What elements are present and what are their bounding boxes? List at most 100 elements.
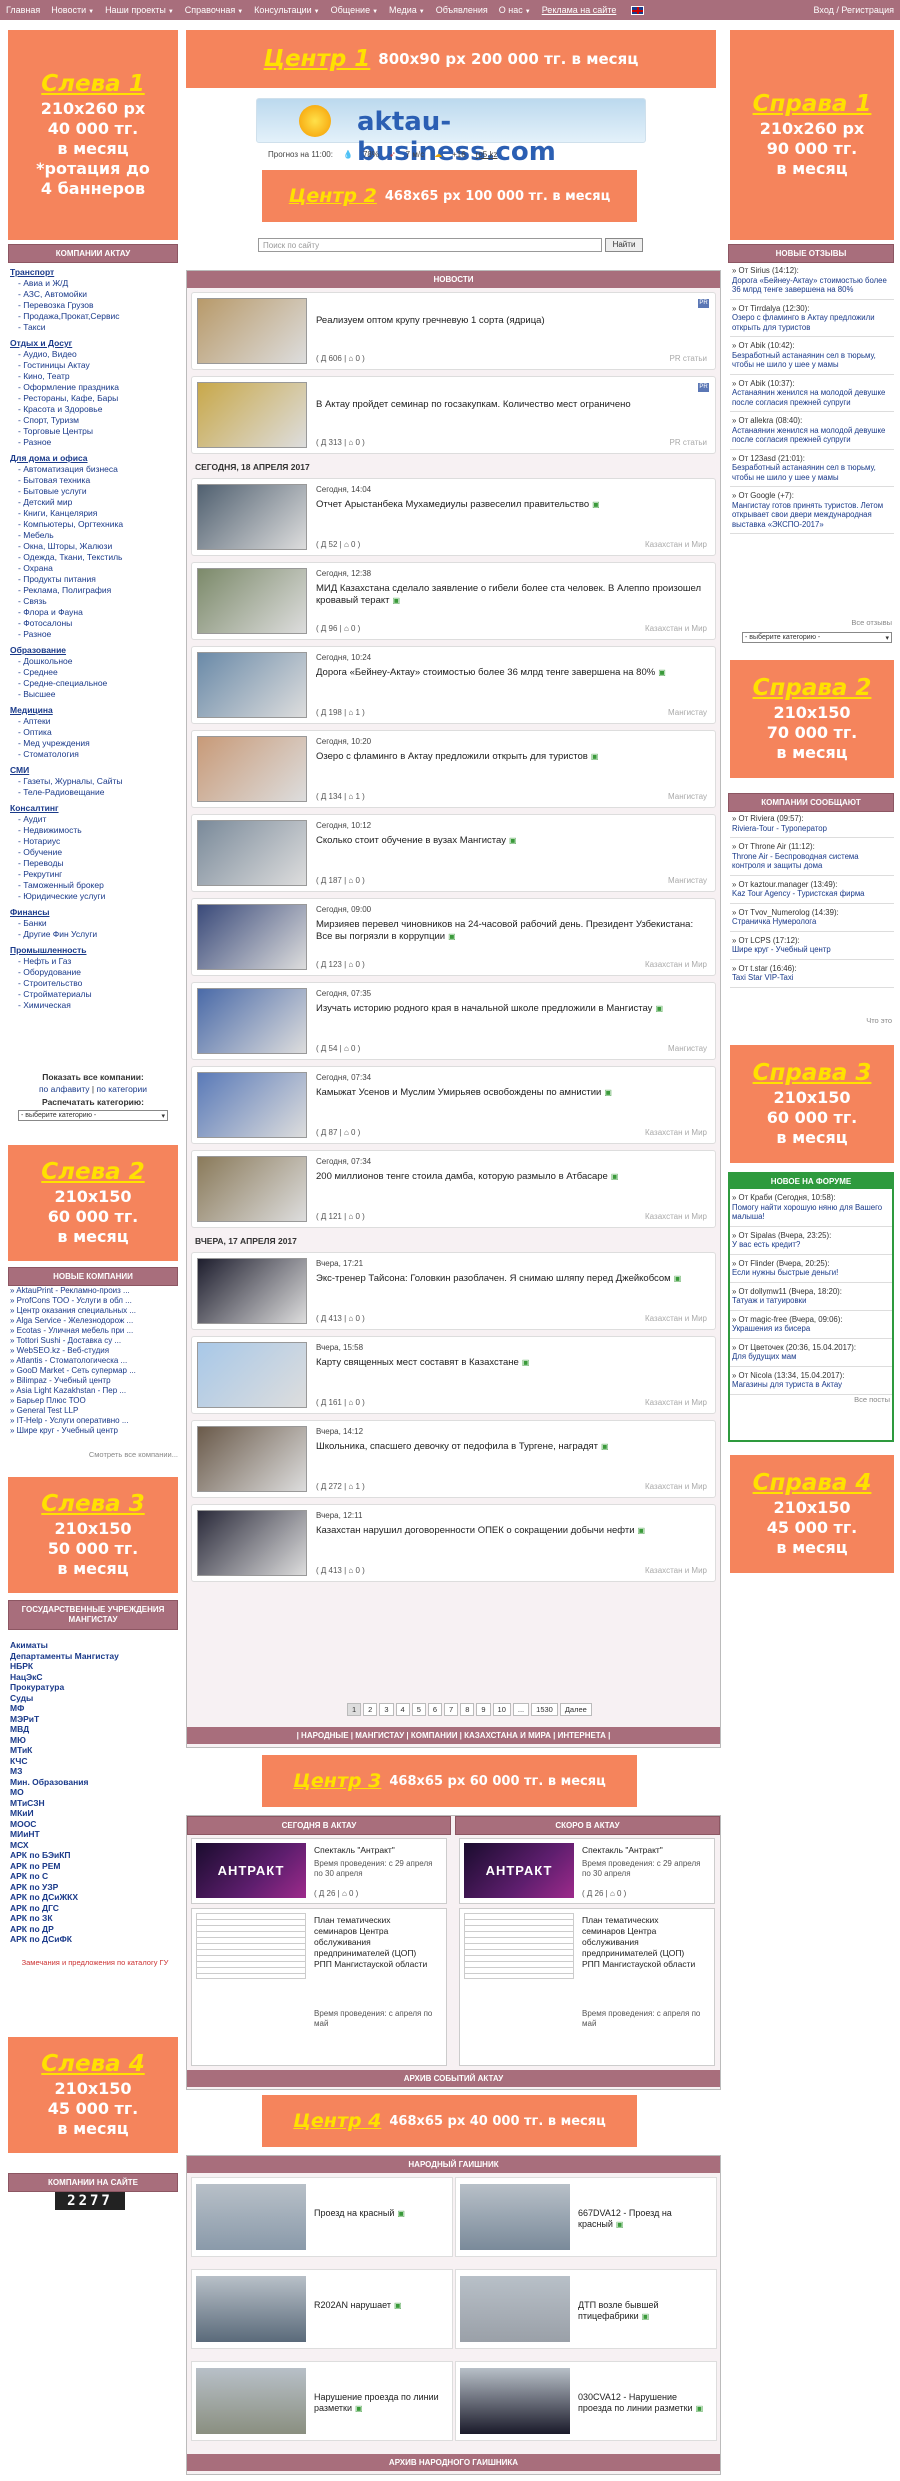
news-item[interactable]: Сегодня, 07:34 Камыжат Усенов и Муслим Ум… <box>191 1066 716 1144</box>
review-item[interactable]: » От t.star (16:46): Taxi Star VIP-Taxi <box>730 960 894 988</box>
all-posts-link[interactable]: Все посты <box>730 1395 892 1404</box>
news-category[interactable]: Казахстан и Мир <box>645 1398 707 1407</box>
subcategory-link[interactable]: - Нотариус <box>10 836 178 847</box>
subcategory-link[interactable]: - Детский мир <box>10 497 178 508</box>
subcategory-link[interactable]: - Теле-Радиовещание <box>10 787 178 798</box>
category-link[interactable]: Для дома и офиса <box>10 453 178 464</box>
new-company-item[interactable]: » Alga Service - Железнодорож ... <box>10 1316 178 1326</box>
see-all-companies-link[interactable]: Смотреть все компании... <box>8 1450 178 1459</box>
review-text[interactable]: У вас есть кредит? <box>732 1240 890 1250</box>
new-company-item[interactable]: » General Test LLP <box>10 1406 178 1416</box>
menu-reference[interactable]: Справочная ▼ <box>185 5 243 15</box>
gov-link[interactable]: МСХ <box>10 1840 178 1851</box>
gov-link[interactable]: МИиНТ <box>10 1829 178 1840</box>
subcategory-link[interactable]: - Разное <box>10 629 178 640</box>
review-text[interactable]: Мангистау готов принять туристов. Летом … <box>732 501 892 530</box>
new-company-item[interactable]: » Шире круг - Учебный центр <box>10 1426 178 1436</box>
news-item[interactable]: Сегодня, 10:24 Дорога «Бейнеу-Актау» стои… <box>191 646 716 724</box>
news-item[interactable]: Вчера, 14:12 Школьника, спасшего девочку … <box>191 1420 716 1498</box>
news-category[interactable]: Мангистау <box>668 876 707 885</box>
by-category-link[interactable]: по категории <box>97 1084 148 1094</box>
review-item[interactable]: » От Цветочек (20:36, 15.04.2017): Для бу… <box>730 1339 892 1367</box>
gov-link[interactable]: НБРК <box>10 1661 178 1672</box>
traffic-item[interactable]: ДТП возле бывшей птицефабрики ▣ <box>455 2269 717 2349</box>
subcategory-link[interactable]: - Продажа,Прокат,Сервис <box>10 311 178 322</box>
new-company-item[interactable]: » Ecotas - Уличная мебель при ... <box>10 1326 178 1336</box>
ad-center-1[interactable]: Центр 1 800x90 px 200 000 тг. в месяц <box>186 30 716 88</box>
subcategory-link[interactable]: - Перевозка Грузов <box>10 300 178 311</box>
gov-link[interactable]: Мин. Образования <box>10 1777 178 1788</box>
subcategory-link[interactable]: - Стоматология <box>10 749 178 760</box>
ad-center-3[interactable]: Центр 3 468x65 px 60 000 тг. в месяц <box>262 1755 637 1807</box>
news-category[interactable]: Казахстан и Мир <box>645 960 707 969</box>
gov-link[interactable]: АРК по ЗК <box>10 1913 178 1924</box>
menu-media[interactable]: Медиа ▼ <box>389 5 425 15</box>
gov-link[interactable]: МООС <box>10 1819 178 1830</box>
review-item[interactable]: » От Tvov_Numerolog (14:39): Страничка Ну… <box>730 904 894 932</box>
review-text[interactable]: Если нужны быстрые деньги! <box>732 1268 890 1278</box>
review-item[interactable]: » От allekra (08:40): Астанаянин женился … <box>730 412 894 450</box>
news-item[interactable]: Сегодня, 12:38 МИД Казахстана сделало зая… <box>191 562 716 640</box>
news-title[interactable]: Казахстан нарушил договоренности ОПЕК о … <box>316 1525 706 1537</box>
gov-link[interactable]: Акиматы <box>10 1640 178 1651</box>
review-item[interactable]: » От Throne Air (11:12): Throne Air - Бес… <box>730 838 894 876</box>
category-link[interactable]: Финансы <box>10 907 178 918</box>
review-text[interactable]: Озеро с фламинго в Актау предложили откр… <box>732 313 892 332</box>
news-category[interactable]: PR статьи <box>670 354 707 363</box>
review-item[interactable]: » От Abik (10:42): Безработный астанаянин… <box>730 337 894 375</box>
review-text[interactable]: Taxi Star VIP-Taxi <box>732 973 892 983</box>
news-category[interactable]: Мангистау <box>668 792 707 801</box>
news-category[interactable]: Казахстан и Мир <box>645 1482 707 1491</box>
review-text[interactable]: Шире круг - Учебный центр <box>732 945 892 955</box>
next-page-button[interactable]: Далее <box>559 1703 592 1716</box>
page-link[interactable]: 2 <box>363 1703 378 1716</box>
subcategory-link[interactable]: - Недвижимость <box>10 825 178 836</box>
category-select[interactable]: - выберите категорию - ▾ <box>18 1110 168 1121</box>
news-category[interactable]: Казахстан и Мир <box>645 624 707 633</box>
news-item[interactable]: Сегодня, 10:12 Сколько стоит обучение в в… <box>191 814 716 892</box>
subcategory-link[interactable]: - Другие Фин Услуги <box>10 929 178 940</box>
review-text[interactable]: Kaz Tour Agency - Туристская фирма <box>732 889 892 899</box>
login-link[interactable]: Вход / Регистрация <box>814 5 894 15</box>
news-title[interactable]: Мирзияев перевел чиновников на 24-часово… <box>316 919 706 943</box>
page-link[interactable]: 7 <box>444 1703 459 1716</box>
subcategory-link[interactable]: - Спорт, Туризм <box>10 415 178 426</box>
event-card[interactable]: АНТРАКТ Спектакль "Антракт" Время провед… <box>459 1838 715 1904</box>
gov-link[interactable]: АРК по БЭиКП <box>10 1850 178 1861</box>
review-item[interactable]: » От Sirius (14:12): Дорога «Бейнеу-Актау… <box>730 262 894 300</box>
subcategory-link[interactable]: - Автоматизация бизнеса <box>10 464 178 475</box>
subcategory-link[interactable]: - Красота и Здоровье <box>10 404 178 415</box>
review-text[interactable]: Riviera-Tour - Туроператор <box>732 824 892 834</box>
review-item[interactable]: » От Abik (10:37): Астанаянин женился на … <box>730 375 894 412</box>
search-button[interactable]: Найти <box>605 238 643 252</box>
review-text[interactable]: Страничка Нумеролога <box>732 917 892 927</box>
review-text[interactable]: Безработный астанаянин сел в тюрьму, что… <box>732 351 892 370</box>
review-text[interactable]: Татуаж и татуировки <box>732 1296 890 1306</box>
news-title[interactable]: МИД Казахстана сделало заявление о гибел… <box>316 583 706 607</box>
subcategory-link[interactable]: - Окна, Шторы, Жалюзи <box>10 541 178 552</box>
news-title[interactable]: 200 миллионов тенге стоила дамба, котору… <box>316 1171 706 1183</box>
page-link[interactable]: 10 <box>492 1703 511 1716</box>
news-item[interactable]: Сегодня, 09:00 Мирзияев перевел чиновнико… <box>191 898 716 976</box>
review-text[interactable]: Throne Air - Беспроводная система контро… <box>732 852 892 871</box>
traffic-archive-link[interactable]: АРХИВ НАРОДНОГО ГАИШНИКА <box>187 2454 720 2471</box>
subcategory-link[interactable]: - Компьютеры, Оргтехника <box>10 519 178 530</box>
gov-feedback-link[interactable]: Замечания и предложения по каталогу ГУ <box>20 1958 170 1968</box>
page-link[interactable]: 6 <box>427 1703 443 1716</box>
news-item[interactable]: Вчера, 17:21 Экс-тренер Тайсона: Головкин… <box>191 1252 716 1330</box>
category-link[interactable]: СМИ <box>10 765 178 776</box>
subcategory-link[interactable]: - Обучение <box>10 847 178 858</box>
subcategory-link[interactable]: - Такси <box>10 322 178 333</box>
all-reviews-link[interactable]: Все отзывы <box>730 618 892 627</box>
menu-community[interactable]: Общение ▼ <box>331 5 378 15</box>
gov-link[interactable]: МЭРиТ <box>10 1714 178 1725</box>
page-link[interactable]: 9 <box>476 1703 491 1716</box>
gov-link[interactable]: Суды <box>10 1693 178 1704</box>
subcategory-link[interactable]: - Мебель <box>10 530 178 541</box>
ad-center-2[interactable]: Центр 2 468x65 px 100 000 тг. в месяц <box>262 170 637 222</box>
menu-ads[interactable]: Объявления <box>436 5 488 15</box>
event-card[interactable]: План тематических семинаров Центра обслу… <box>191 1908 447 2066</box>
review-text[interactable]: Помогу найти хорошую няню для Вашего мал… <box>732 1203 890 1222</box>
page-link[interactable]: 4 <box>395 1703 410 1716</box>
new-company-item[interactable]: » AktauPrint - Рекламно-произ ... <box>10 1286 178 1296</box>
